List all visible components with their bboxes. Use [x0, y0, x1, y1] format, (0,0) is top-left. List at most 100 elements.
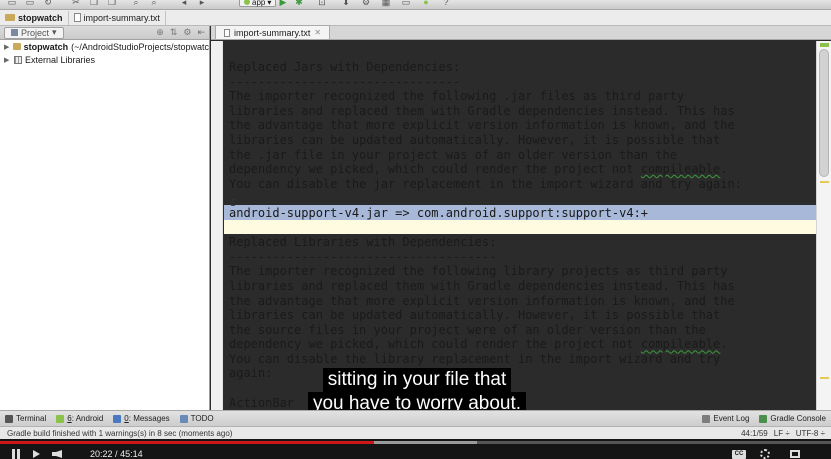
settings-icon[interactable]: ⚙ — [360, 0, 372, 8]
main-toolbar: ▭ ▭ ↻ ✂ ❐ ❐ ⌕ ⌕ ◂ ▸ app ▾ ▶ ✱ ⊡ ⬇ ⚙ ▦ ▭ … — [0, 0, 831, 10]
close-icon[interactable]: ✕ — [314, 28, 321, 37]
tool-window-label: Event Log — [713, 414, 750, 423]
copy-icon[interactable]: ❐ — [88, 0, 100, 8]
editor-line[interactable]: Replaced Libraries with Dependencies: — [229, 235, 742, 250]
editor-line[interactable]: dependency we picked, which could render… — [229, 337, 742, 352]
editor-text-area[interactable]: Replaced Jars with Dependencies: --------… — [224, 41, 816, 410]
editor-line[interactable]: The importer recognized the following .j… — [229, 89, 742, 104]
android-icon — [244, 0, 250, 5]
tool-window-messages[interactable]: 0: Messages — [108, 412, 174, 426]
expand-arrow-icon[interactable]: ▶ — [4, 43, 10, 51]
collapse-all-icon[interactable]: ⇅ — [170, 27, 178, 38]
expand-arrow-icon[interactable]: ▶ — [4, 56, 11, 64]
spelling-warning[interactable]: compileable — [641, 337, 720, 351]
sdk-manager-icon[interactable]: ⬇ — [340, 0, 352, 8]
subtitle-line: sitting in your file that — [322, 368, 512, 392]
back-icon[interactable]: ◂ — [178, 0, 190, 8]
tool-window-label: Terminal — [16, 414, 47, 423]
editor-content[interactable]: Replaced Jars with Dependencies: --------… — [229, 60, 742, 410]
gear-icon[interactable]: ⚙ — [183, 27, 191, 38]
next-icon[interactable] — [33, 450, 40, 458]
help-icon[interactable]: ? — [440, 0, 452, 8]
tool-window-bar: Terminal 6: Android 0: Messages TODO Eve… — [0, 410, 831, 426]
project-view-label: Project — [21, 27, 50, 38]
open-icon[interactable]: ▭ — [6, 0, 18, 8]
caret-position[interactable]: 44:1/59 — [741, 429, 768, 438]
breadcrumb-label: stopwatch — [18, 12, 63, 23]
pause-icon[interactable] — [12, 449, 21, 459]
structure-icon[interactable]: ▦ — [380, 0, 392, 8]
run-icon[interactable]: ▶ — [277, 0, 289, 8]
volume-icon[interactable] — [52, 450, 62, 458]
editor-line[interactable]: The importer recognized the following li… — [229, 264, 742, 279]
video-time: 20:22 / 45:14 — [90, 449, 143, 459]
tool-window-event-log[interactable]: Event Log — [697, 412, 754, 426]
editor-line[interactable]: You can disable the library replacement … — [229, 352, 742, 367]
gear-icon[interactable] — [760, 449, 770, 459]
editor-vertical-scrollbar[interactable] — [816, 41, 831, 410]
status-message[interactable]: Gradle build finished with 1 warnings(s)… — [7, 429, 232, 438]
editor-line[interactable]: Replaced Jars with Dependencies: — [229, 60, 742, 75]
editor-line[interactable]: libraries and replaced them with Gradle … — [229, 279, 742, 294]
editor-line[interactable]: the source files in your project were of… — [229, 323, 742, 338]
tool-window-gradle-console[interactable]: Gradle Console — [754, 412, 831, 426]
android-device-icon[interactable]: ● — [420, 0, 432, 8]
sync-icon[interactable]: ↻ — [42, 0, 54, 8]
tree-item-label: stopwatch — [23, 41, 69, 52]
editor-line[interactable]: libraries can be updated automatically. … — [229, 133, 742, 148]
editor-line[interactable]: android-support-v4.jar => com.android.su… — [229, 206, 742, 221]
avd-manager-icon[interactable]: ▭ — [400, 0, 412, 8]
editor-line[interactable]: the advantage that more explicit version… — [229, 118, 742, 133]
project-view-select[interactable]: Project ▾ — [4, 26, 64, 39]
replace-icon[interactable]: ⌕ — [148, 0, 160, 8]
scrollbar-thumb[interactable] — [819, 49, 829, 177]
warning-marker[interactable] — [820, 181, 829, 183]
editor-line[interactable]: libraries and replaced them with Gradle … — [229, 104, 742, 119]
total-time: 45:14 — [120, 449, 143, 459]
editor-line[interactable]: You can disable the jar replacement in t… — [229, 177, 742, 192]
save-icon[interactable]: ▭ — [24, 0, 36, 8]
find-icon[interactable]: ⌕ — [130, 0, 142, 8]
breadcrumb-file[interactable]: import-summary.txt — [69, 10, 166, 25]
editor-line[interactable]: -------------------------------- — [229, 75, 742, 90]
tab-import-summary[interactable]: import-summary.txt ✕ — [215, 25, 331, 39]
editor-line[interactable]: dependency we picked, which could render… — [229, 162, 742, 177]
run-config-select[interactable]: app ▾ — [239, 0, 277, 7]
editor-line[interactable] — [229, 221, 742, 236]
hide-panel-icon[interactable]: ⇤ — [197, 27, 205, 38]
editor-line[interactable]: libraries can be updated automatically. … — [229, 308, 742, 323]
fullscreen-icon[interactable] — [790, 450, 800, 458]
current-time: 20:22 — [90, 449, 113, 459]
attach-icon[interactable]: ⊡ — [316, 0, 328, 8]
debug-icon[interactable]: ✱ — [293, 0, 305, 8]
encoding-select[interactable]: UTF-8 ÷ — [796, 429, 825, 438]
spelling-warning[interactable]: compileable — [641, 162, 720, 176]
breadcrumb-project[interactable]: stopwatch — [0, 10, 69, 25]
cut-icon[interactable]: ✂ — [70, 0, 82, 8]
captions-icon[interactable]: CC — [732, 450, 746, 459]
text-cursor-icon: I — [230, 198, 237, 209]
tool-window-label: 6: Android — [67, 414, 104, 423]
status-indicators: 44:1/59 LF ÷ UTF-8 ÷ — [741, 429, 831, 438]
project-panel: Project ▾ ⊕ ⇅ ⚙ ⇤ ▶ stopwatch (~/Android… — [0, 26, 210, 410]
tool-window-android[interactable]: 6: Android — [51, 412, 108, 426]
editor-line[interactable]: ------------------------------------- — [229, 250, 742, 265]
editor-line[interactable]: the .jar file in your project was of an … — [229, 148, 742, 163]
warning-marker[interactable] — [820, 377, 829, 379]
forward-icon[interactable]: ▸ — [196, 0, 208, 8]
tool-window-label: TODO — [190, 414, 214, 423]
library-icon — [14, 55, 22, 64]
line-separator-select[interactable]: LF ÷ — [774, 429, 790, 438]
tool-window-terminal[interactable]: Terminal — [0, 412, 51, 426]
tool-window-todo[interactable]: TODO — [175, 412, 219, 426]
tree-item-external-libraries[interactable]: ▶ External Libraries — [0, 53, 209, 66]
tab-label: import-summary.txt — [234, 27, 311, 38]
status-bar: Gradle build finished with 1 warnings(s)… — [0, 426, 831, 439]
tree-item-stopwatch[interactable]: ▶ stopwatch (~/AndroidStudioProjects/sto… — [0, 40, 209, 53]
editor-line[interactable]: the advantage that more explicit version… — [229, 294, 742, 309]
editor-tab-bar: import-summary.txt ✕ — [211, 25, 831, 40]
paste-icon[interactable]: ❐ — [106, 0, 118, 8]
tool-window-label: Gradle Console — [770, 414, 826, 423]
scroll-to-source-icon[interactable]: ⊕ — [156, 27, 164, 38]
editor-line[interactable] — [229, 191, 742, 206]
